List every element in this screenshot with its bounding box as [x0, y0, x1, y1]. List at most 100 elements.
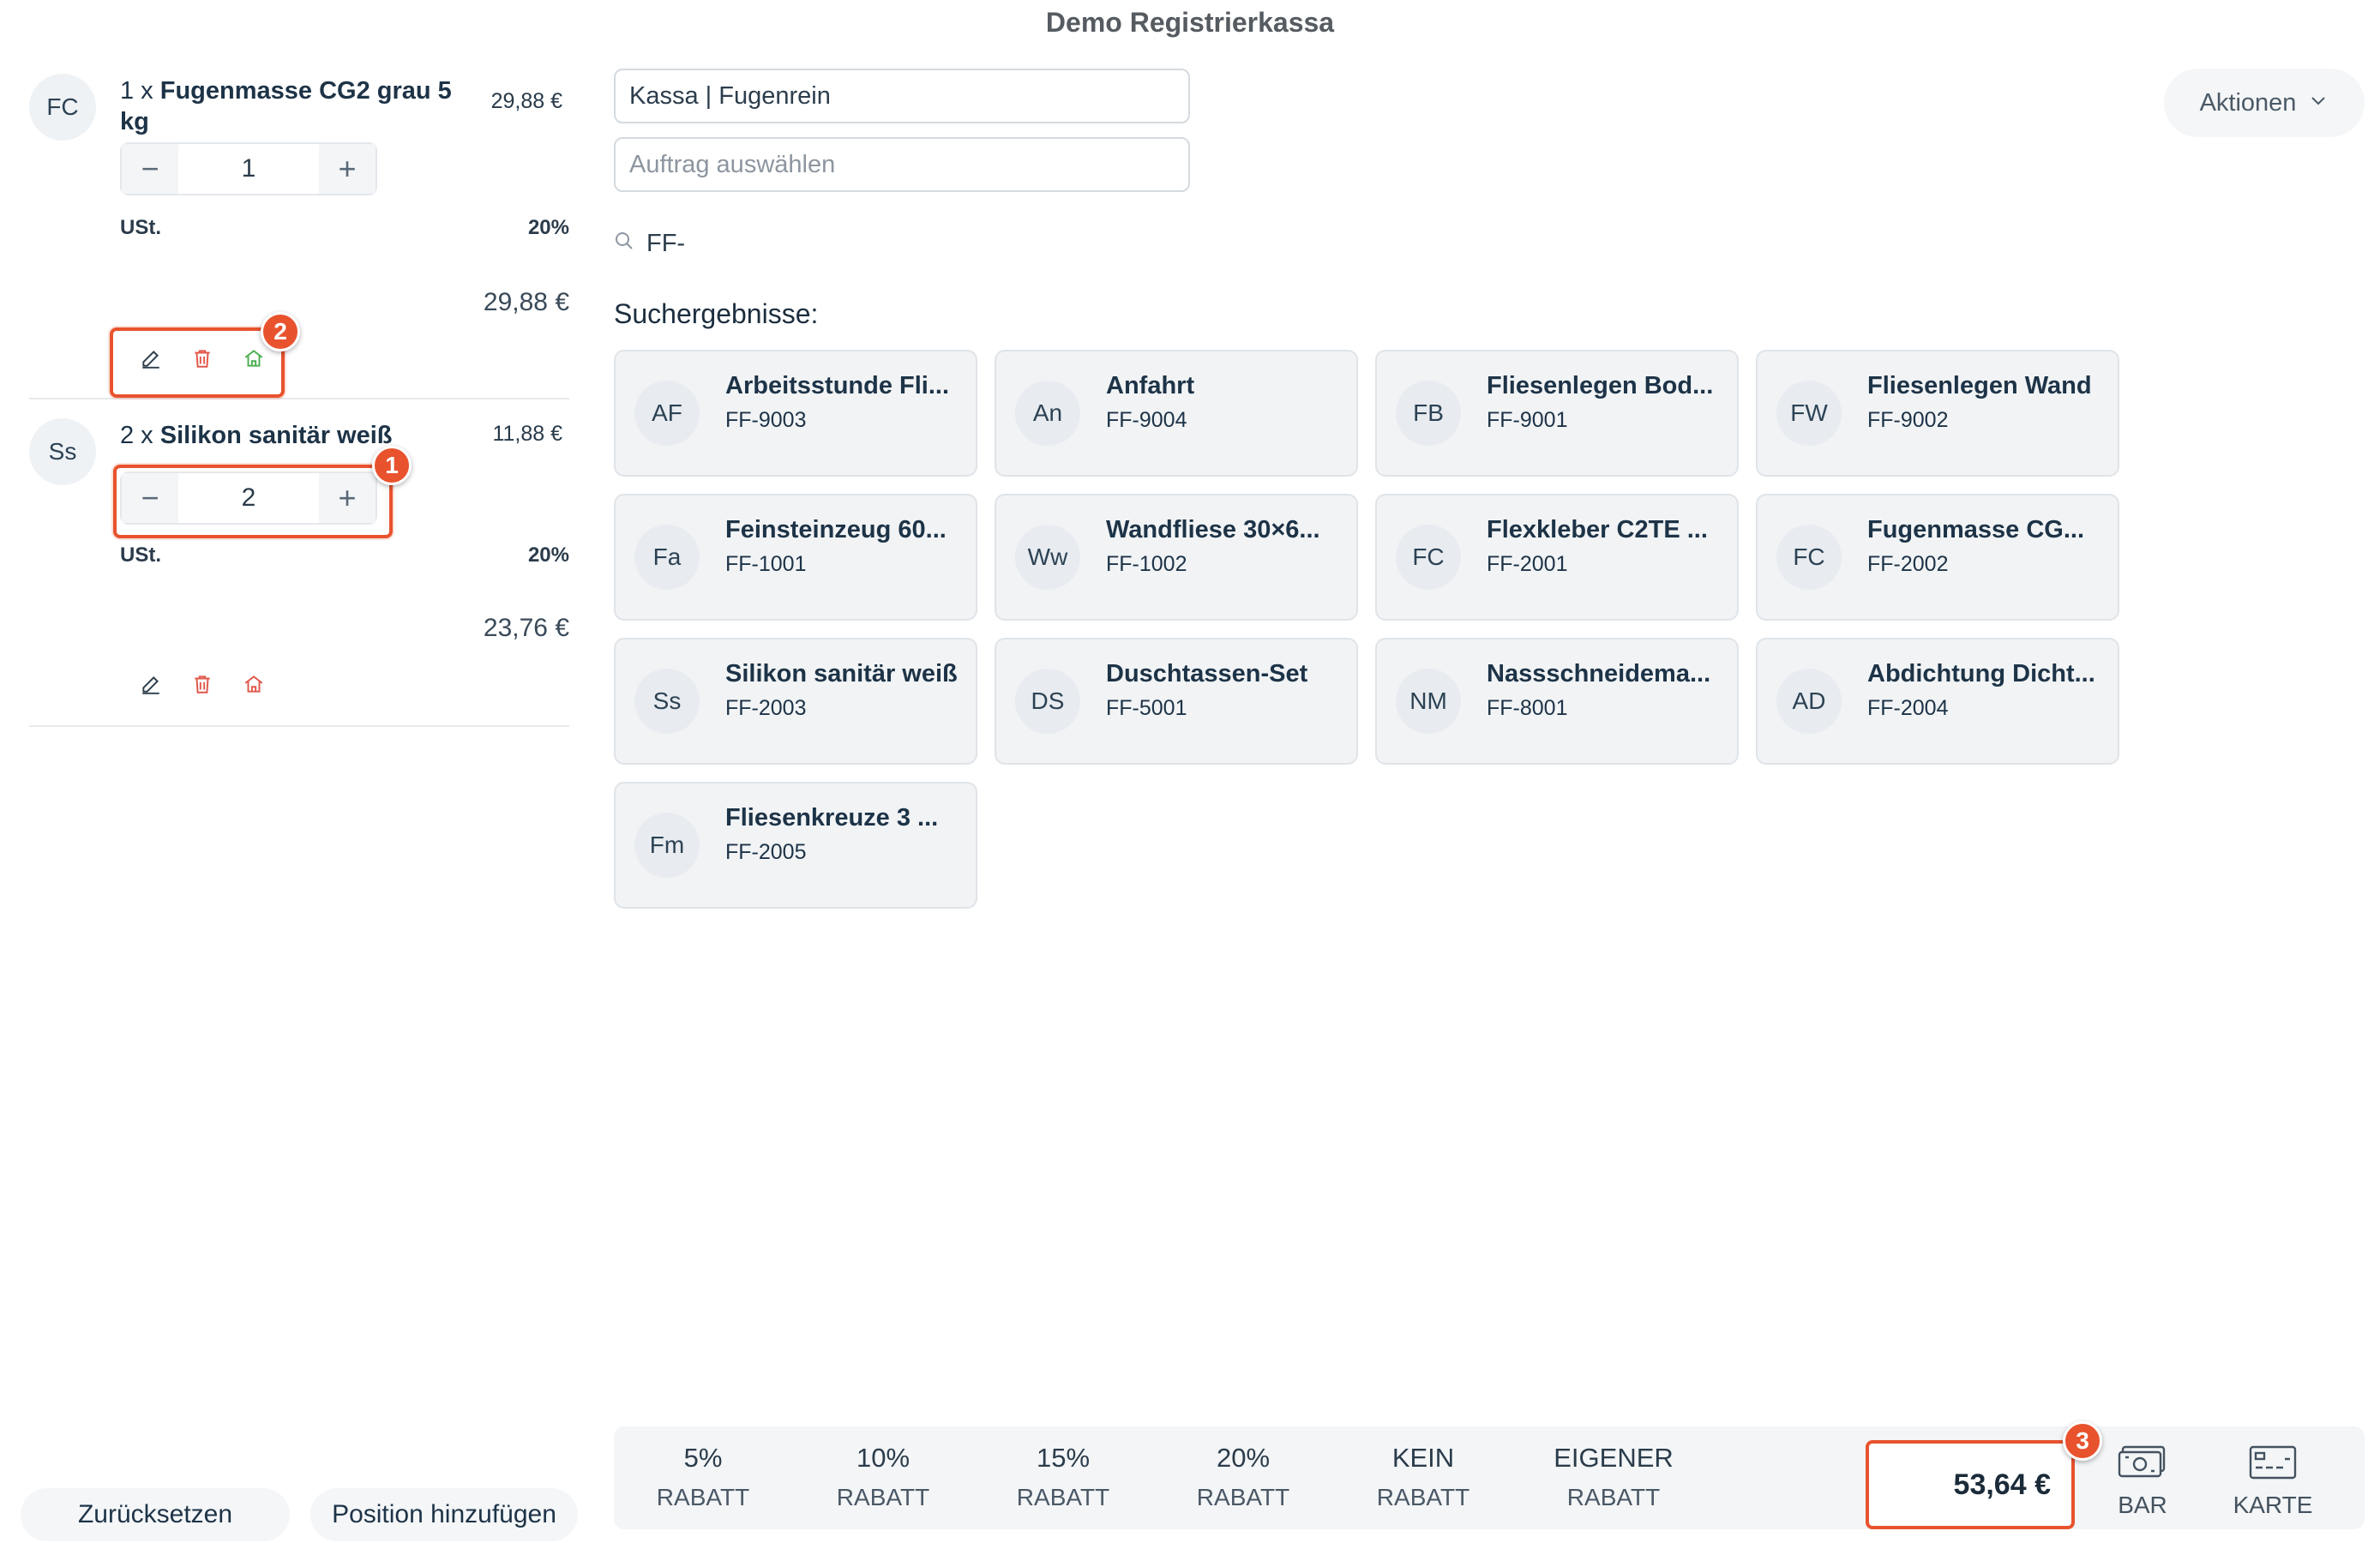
actions-label: Aktionen — [2199, 88, 2297, 117]
avatar: AF — [634, 381, 700, 446]
decrement-button[interactable]: − — [122, 144, 178, 194]
card-label: KARTE — [2233, 1492, 2313, 1518]
discount-value: 5% — [683, 1443, 723, 1473]
product-sku: FF-9001 — [1487, 408, 1568, 432]
discount-button[interactable]: 15% RABATT — [1012, 1438, 1115, 1517]
discount-button[interactable]: 5% RABATT — [652, 1438, 754, 1517]
credit-card-icon — [2226, 1438, 2320, 1486]
avatar: FC — [29, 74, 96, 141]
product-sku: FF-2004 — [1867, 696, 1949, 720]
annotation-badge: 2 — [261, 312, 300, 351]
banknote-icon — [2104, 1438, 2181, 1486]
tax-label: USt. — [120, 216, 161, 239]
product-sku: FF-9004 — [1106, 408, 1187, 432]
product-name: Silikon sanitär weiß — [725, 660, 958, 687]
cart-item-title: Silikon sanitär weiß — [159, 422, 393, 449]
discount-button[interactable]: 10% RABATT — [832, 1438, 935, 1517]
avatar: Fm — [634, 813, 700, 878]
product-card[interactable]: FC Fugenmasse CG... FF-2002 — [1756, 494, 2119, 621]
search-input[interactable]: FF- — [646, 230, 685, 258]
annotation-badge: 3 — [2063, 1421, 2102, 1461]
product-card[interactable]: Fm Fliesenkreuze 3 ... FF-2005 — [614, 782, 977, 909]
trash-icon[interactable] — [177, 667, 228, 701]
product-sku: FF-5001 — [1106, 696, 1187, 720]
product-card[interactable]: Ww Wandfliese 30×6... FF-1002 — [995, 494, 1358, 621]
avatar: Fa — [634, 525, 700, 590]
product-card[interactable]: FB Fliesenlegen Bod... FF-9001 — [1375, 350, 1739, 477]
product-sku: FF-2005 — [725, 840, 807, 864]
discount-value: EIGENER — [1554, 1443, 1674, 1473]
avatar: AD — [1776, 669, 1842, 734]
product-name: Nassschneidema... — [1487, 660, 1711, 687]
discount-button[interactable]: EIGENER RABATT — [1545, 1438, 1682, 1517]
product-card[interactable]: NM Nassschneidema... FF-8001 — [1375, 638, 1739, 765]
avatar: FC — [1396, 525, 1461, 590]
discount-button[interactable]: 20% RABATT — [1192, 1438, 1295, 1517]
discount-label: RABATT — [836, 1484, 930, 1510]
product-card[interactable]: Ss Silikon sanitär weiß FF-2003 — [614, 638, 977, 765]
reset-button[interactable]: Zurücksetzen — [21, 1488, 290, 1541]
product-name: Wandfliese 30×6... — [1106, 516, 1320, 543]
item-actions — [125, 667, 279, 701]
product-card[interactable]: DS Duschtassen-Set FF-5001 — [995, 638, 1358, 765]
discount-label: RABATT — [1196, 1484, 1290, 1510]
discount-value: 20% — [1216, 1443, 1271, 1473]
product-sku: FF-9002 — [1867, 408, 1949, 432]
increment-button[interactable]: + — [319, 144, 376, 194]
card-button[interactable]: KARTE — [2226, 1438, 2320, 1519]
pencil-icon[interactable] — [125, 667, 177, 701]
register-field[interactable]: Kassa | Fugenrein — [614, 69, 1190, 123]
product-card[interactable]: FW Fliesenlegen Wand FF-9002 — [1756, 350, 2119, 477]
highlight-frame — [113, 465, 393, 538]
house-icon[interactable] — [228, 667, 279, 701]
discount-value: 15% — [1036, 1443, 1091, 1473]
product-sku: FF-9003 — [725, 408, 807, 432]
quantity-value[interactable]: 1 — [178, 144, 319, 194]
product-card[interactable]: AD Abdichtung Dicht... FF-2004 — [1756, 638, 2119, 765]
avatar: Ss — [634, 669, 700, 734]
avatar: FW — [1776, 381, 1842, 446]
product-name: Duschtassen-Set — [1106, 660, 1308, 687]
cart-item-title: Fugenmasse CG2 grau 5 kg — [120, 77, 452, 135]
add-position-button[interactable]: Position hinzufügen — [310, 1488, 578, 1541]
product-grid: AF Arbeitsstunde Fli... FF-9003 An Anfahrt F… — [614, 350, 2119, 909]
cart-panel: FC 1 x Fugenmasse CG2 grau 5 kg 29,88 € … — [29, 63, 569, 727]
discount-button[interactable]: KEIN RABATT — [1372, 1438, 1475, 1517]
tax-rate: 20% — [527, 543, 569, 567]
actions-dropdown[interactable]: Aktionen — [2164, 69, 2365, 137]
product-card[interactable]: Fa Feinsteinzeug 60... FF-1001 — [614, 494, 977, 621]
total-amount: 53,64 € — [1866, 1440, 2075, 1529]
quantity-stepper: − 1 + — [120, 142, 377, 195]
line-total: 23,76 € — [483, 614, 569, 642]
product-card[interactable]: An Anfahrt FF-9004 — [995, 350, 1358, 477]
product-name: Flexkleber C2TE ... — [1487, 516, 1708, 543]
unit-price: 11,88 € — [492, 422, 562, 446]
order-select[interactable]: Auftrag auswählen — [614, 137, 1190, 192]
product-name: Fliesenlegen Wand — [1867, 372, 2092, 399]
discount-label: RABATT — [1376, 1484, 1470, 1510]
product-sku: FF-2003 — [725, 696, 807, 720]
discount-value: KEIN — [1391, 1443, 1455, 1473]
discount-label: RABATT — [1566, 1484, 1661, 1510]
cash-button[interactable]: BAR — [2104, 1438, 2181, 1519]
product-sku: FF-8001 — [1487, 696, 1568, 720]
cart-item-qty-prefix: 2 x — [120, 422, 160, 449]
cart-item-name: 2 x Silikon sanitär weiß — [120, 420, 480, 451]
cart-item: Ss 2 x Silikon sanitär weiß 11,88 € − 2 … — [29, 399, 569, 727]
tax-label: USt. — [120, 543, 161, 567]
product-name: Fugenmasse CG... — [1867, 516, 2085, 543]
cash-label: BAR — [2118, 1492, 2167, 1518]
product-name: Arbeitsstunde Fli... — [725, 372, 950, 399]
product-card[interactable]: AF Arbeitsstunde Fli... FF-9003 — [614, 350, 977, 477]
product-name: Abdichtung Dicht... — [1867, 660, 2095, 687]
highlight-frame — [110, 327, 285, 398]
chevron-down-icon — [2308, 89, 2329, 117]
product-name: Feinsteinzeug 60... — [725, 516, 947, 543]
discount-value: 10% — [856, 1443, 911, 1473]
search-bar[interactable]: FF- — [614, 230, 685, 258]
discount-label: RABATT — [656, 1484, 750, 1510]
product-sku: FF-1001 — [725, 552, 807, 576]
tax-rate: 20% — [527, 216, 569, 239]
product-card[interactable]: FC Flexkleber C2TE ... FF-2001 — [1375, 494, 1739, 621]
avatar: An — [1015, 381, 1080, 446]
